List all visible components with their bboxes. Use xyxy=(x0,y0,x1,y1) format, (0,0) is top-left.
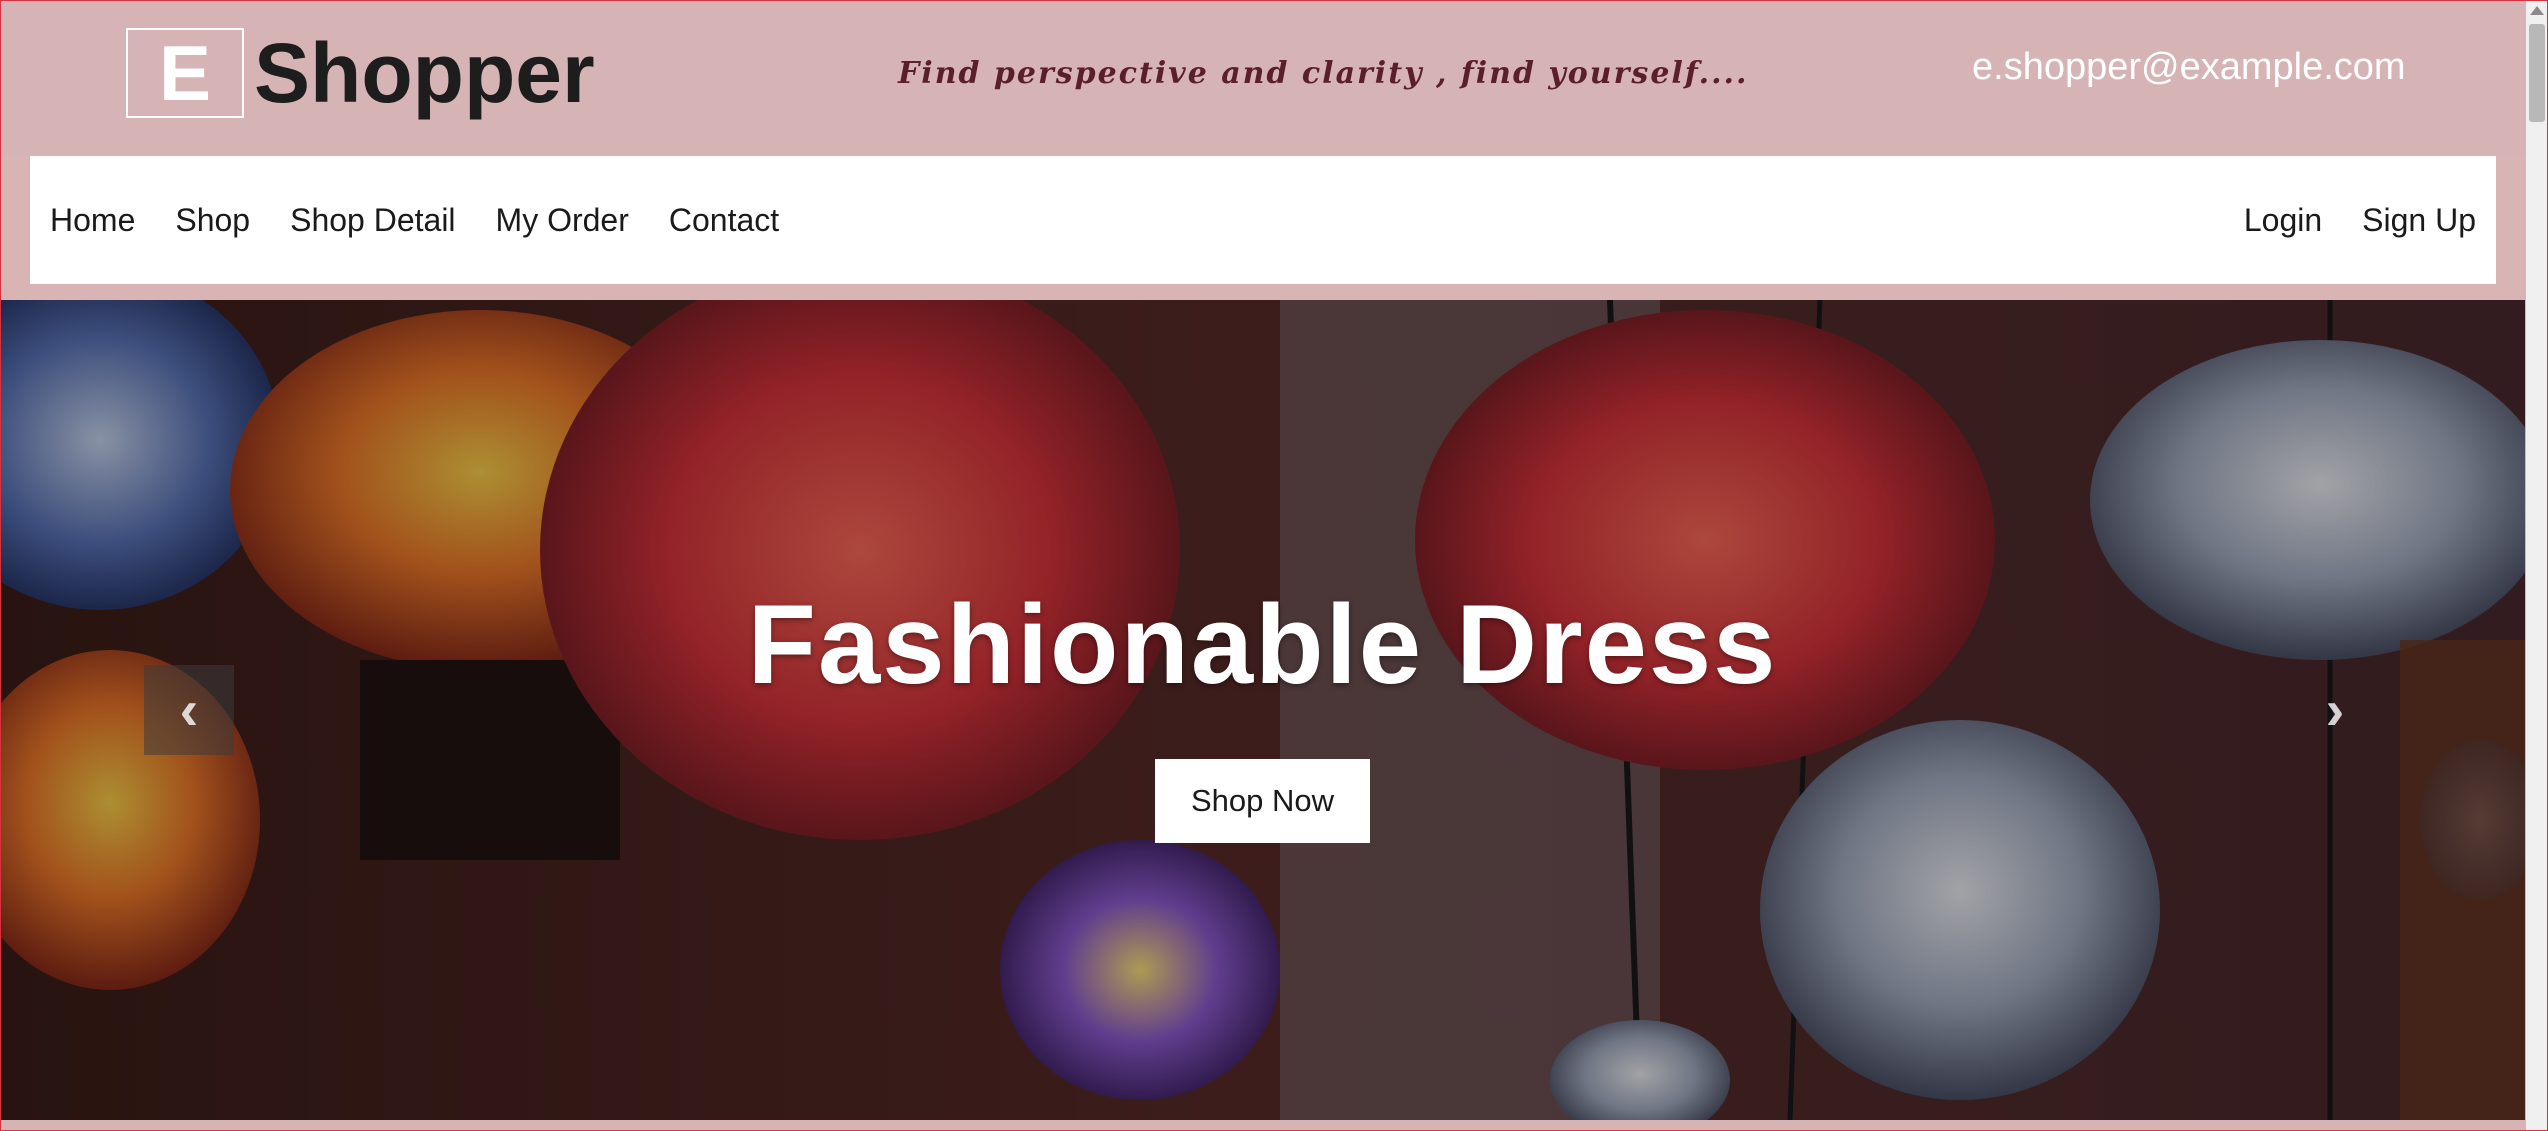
contact-email[interactable]: e.shopper@example.com xyxy=(1972,46,2406,89)
nav-contact[interactable]: Contact xyxy=(669,202,779,239)
nav-home[interactable]: Home xyxy=(50,202,135,239)
chevron-right-icon: › xyxy=(2325,678,2345,741)
hero-title: Fashionable Dress xyxy=(747,582,1778,707)
logo-letter-box: E xyxy=(126,28,244,118)
shop-now-button[interactable]: Shop Now xyxy=(1155,759,1370,843)
nav-left-group: Home Shop Shop Detail My Order Contact xyxy=(30,202,819,239)
chevron-left-icon: ‹ xyxy=(179,678,199,741)
nav-my-order[interactable]: My Order xyxy=(496,202,629,239)
hero-overlay xyxy=(0,300,2525,1120)
nav-shop[interactable]: Shop xyxy=(175,202,250,239)
carousel-next-button[interactable]: › xyxy=(2290,665,2380,755)
carousel-prev-button[interactable]: ‹ xyxy=(144,665,234,755)
nav-right-group: Login Sign Up xyxy=(2204,202,2496,239)
nav-shop-detail[interactable]: Shop Detail xyxy=(290,202,455,239)
nav-sign-up[interactable]: Sign Up xyxy=(2362,202,2476,239)
scrollbar-thumb[interactable] xyxy=(2529,24,2545,122)
logo[interactable]: E Shopper xyxy=(126,28,595,118)
section-divider xyxy=(0,1120,2525,1131)
main-navbar: Home Shop Shop Detail My Order Contact L… xyxy=(30,156,2496,284)
site-header: E Shopper Find perspective and clarity ,… xyxy=(0,0,2525,155)
hero-carousel: Fashionable Dress Shop Now ‹ › xyxy=(0,300,2525,1120)
scroll-up-arrow-icon[interactable] xyxy=(2530,6,2544,15)
page-scrollbar[interactable] xyxy=(2526,0,2548,1131)
tagline: Find perspective and clarity , find your… xyxy=(898,56,1749,91)
nav-login[interactable]: Login xyxy=(2244,202,2322,239)
logo-text: Shopper xyxy=(254,26,595,120)
